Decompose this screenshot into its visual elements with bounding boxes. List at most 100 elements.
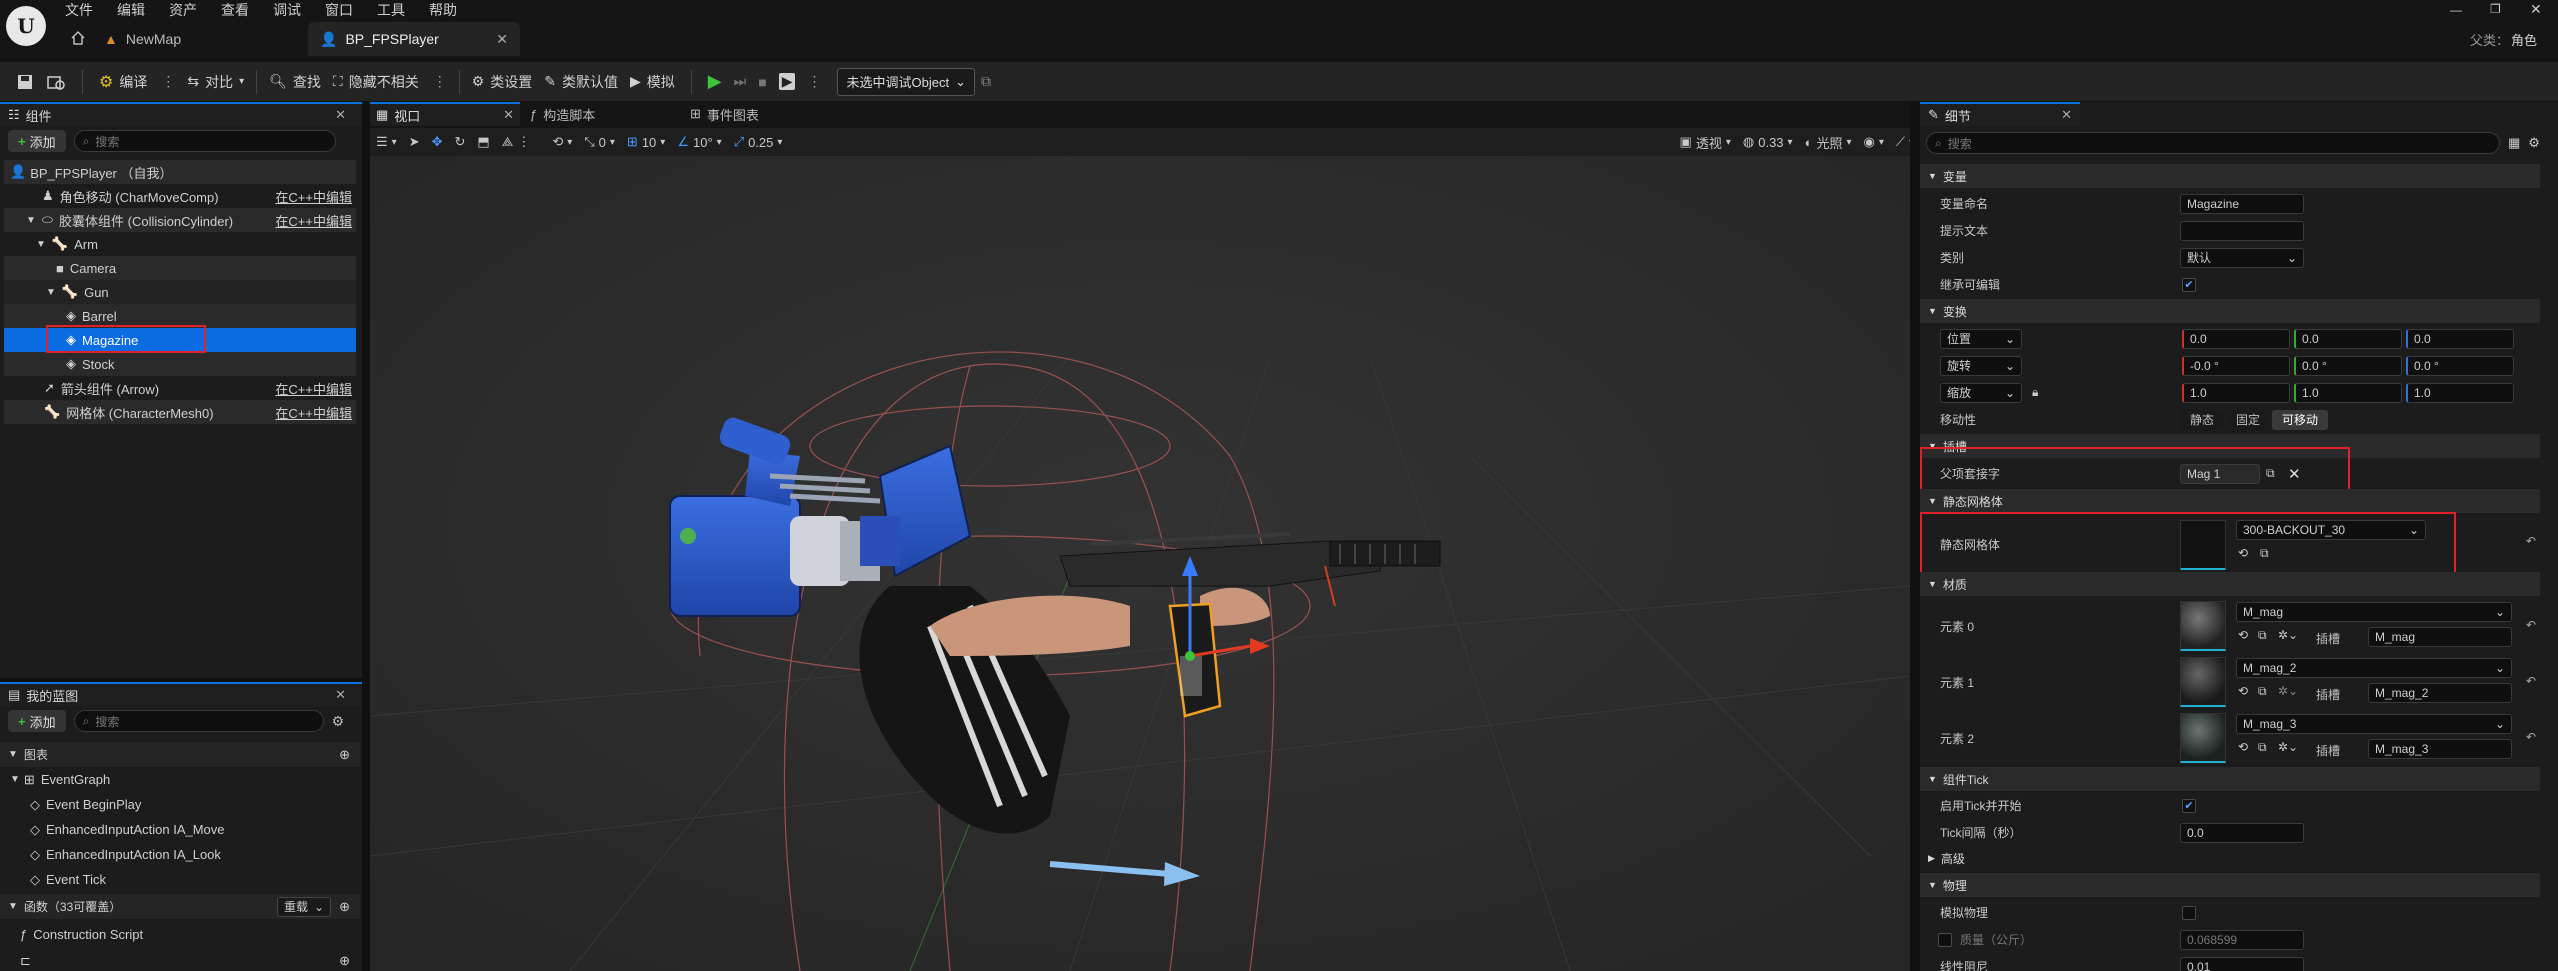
options-icon[interactable]: ✲⌄ <box>2278 628 2298 642</box>
perspective-button[interactable]: ▣ 透视 ▾ <box>1674 128 1737 156</box>
gear-icon[interactable]: ⚙ <box>332 713 345 730</box>
close-icon[interactable]: ✕ <box>335 107 354 123</box>
gear-icon[interactable]: ⚙ <box>2528 135 2540 151</box>
close-icon[interactable]: ✕ <box>2061 107 2072 123</box>
materials-section-header[interactable]: ▼ 材质 <box>1920 572 2540 596</box>
tree-row-root[interactable]: 👤 BP_FPSPlayer （自我） <box>4 160 356 184</box>
simulate-button[interactable]: ▶ 模拟 <box>624 62 681 102</box>
reset-arrow-icon[interactable]: ↶ <box>2526 674 2536 688</box>
static-mesh-section-header[interactable]: ▼ 静态网格体 <box>1920 489 2540 513</box>
edit-in-cpp-link[interactable]: 在C++中编辑 <box>275 379 352 398</box>
tab-bp-fpsplayer[interactable]: 👤 BP_FPSPlayer ✕ <box>308 22 520 56</box>
use-selected-icon[interactable]: ⟲ <box>2238 740 2248 754</box>
add-blueprint-item-button[interactable]: + 添加 <box>8 710 66 732</box>
material-thumbnail[interactable] <box>2180 657 2226 707</box>
use-selected-icon[interactable]: ⟲ <box>2238 684 2248 698</box>
material-dropdown[interactable]: M_mag ⌄ <box>2236 602 2512 622</box>
tree-row-stock[interactable]: ◈ Stock <box>4 352 356 376</box>
minimize-icon[interactable]: — <box>2450 3 2462 17</box>
menu-edit[interactable]: 编辑 <box>108 0 154 20</box>
material-thumbnail[interactable] <box>2180 601 2226 651</box>
add-circle-icon[interactable]: ⊕ <box>339 747 350 763</box>
add-circle-icon[interactable]: ⊕ <box>339 899 350 915</box>
location-x-field[interactable]: 0.0 <box>2182 328 2290 349</box>
location-y-field[interactable]: 0.0 <box>2294 328 2402 349</box>
material-dropdown[interactable]: M_mag_3 ⌄ <box>2236 714 2512 734</box>
tree-row-arrow[interactable]: ➚ 箭头组件 (Arrow) 在C++中编辑 <box>4 376 356 400</box>
transform-section-header[interactable]: ▼ 变换 <box>1920 299 2540 323</box>
slot-name-field[interactable]: M_mag <box>2368 627 2512 647</box>
simulate-physics-checkbox[interactable] <box>2182 905 2196 920</box>
find-button[interactable]: 🔍︎ 查找 <box>263 62 327 102</box>
edit-in-cpp-link[interactable]: 在C++中编辑 <box>275 187 352 206</box>
variable-name-field[interactable]: Magazine <box>2180 193 2304 214</box>
close-icon[interactable]: ✕ <box>496 31 508 48</box>
mobility-movable-button[interactable]: 可移动 <box>2272 409 2329 430</box>
show-button[interactable]: ◉ ▾ <box>1857 128 1889 156</box>
lock-icon[interactable]: 🔒︎ <box>2032 385 2038 400</box>
camera-speed-button[interactable]: ◍ 0.33 ▾ <box>1737 128 1799 156</box>
rotate-mode-button[interactable]: ↻ <box>449 128 472 156</box>
expand-arrow-icon[interactable]: ▼ <box>46 287 56 298</box>
override-dropdown[interactable]: 重载 ⌄ <box>277 896 332 917</box>
class-settings-button[interactable]: ⚙ 类设置 <box>466 62 539 102</box>
diff-button[interactable]: ⇆ 对比 ▾ <box>181 62 250 102</box>
scale-y-field[interactable]: 1.0 <box>2294 382 2402 403</box>
tick-start-checkbox[interactable]: ✔ <box>2182 798 2196 813</box>
reset-arrow-icon[interactable]: ↶ <box>2526 534 2536 548</box>
menu-file[interactable]: 文件 <box>56 0 102 20</box>
variable-section-header[interactable]: ▼ 变量 <box>1920 164 2540 188</box>
mass-override-checkbox[interactable] <box>1938 932 1952 947</box>
grid-snap-button[interactable]: ⊞ 10 ▾ <box>621 128 671 156</box>
use-selected-icon[interactable]: ⟲ <box>2238 628 2248 642</box>
more-play-options[interactable]: ⋮ <box>801 62 827 102</box>
options-icon[interactable]: ✲⌄ <box>2278 684 2298 698</box>
menu-help[interactable]: 帮助 <box>420 0 466 20</box>
scale-z-field[interactable]: 1.0 <box>2406 382 2514 403</box>
rotation-x-field[interactable]: -0.0 ° <box>2182 355 2290 376</box>
tab-newmap[interactable]: ▲ NewMap <box>92 22 298 56</box>
close-icon[interactable]: ✕ <box>503 107 514 123</box>
browse-button[interactable] <box>40 62 72 102</box>
close-icon[interactable]: ✕ <box>335 687 354 703</box>
add-component-button[interactable]: + 添加 <box>8 130 66 152</box>
translate-mode-button[interactable]: ✥ <box>426 128 449 156</box>
class-defaults-button[interactable]: ✎ 类默认值 <box>538 62 624 102</box>
parent-class-value[interactable]: 角色 <box>2511 30 2537 49</box>
home-icon[interactable] <box>70 30 86 46</box>
compile-button[interactable]: ⚙ 编译 ⋮ <box>93 62 181 102</box>
table-view-icon[interactable]: ▦ <box>2508 135 2520 151</box>
select-mode-button[interactable]: ➤ <box>403 128 426 156</box>
play-button[interactable]: ▶ <box>702 62 728 102</box>
browse-asset-icon[interactable]: ⧉ <box>2258 628 2267 643</box>
panel-splitter[interactable] <box>1910 102 1920 971</box>
mobility-stationary-button[interactable]: 固定 <box>2226 409 2271 430</box>
lighting-mode-button[interactable]: ◐ 光照 ▾ <box>1799 128 1858 156</box>
next-section-partial[interactable]: ⊏ ⊕ <box>0 948 360 971</box>
panel-splitter[interactable] <box>362 102 370 971</box>
mass-field[interactable]: 0.068599 <box>2180 929 2304 950</box>
edit-in-cpp-link[interactable]: 在C++中编辑 <box>275 403 352 422</box>
menu-asset[interactable]: 资产 <box>160 0 206 20</box>
viewport-canvas[interactable] <box>370 156 1910 971</box>
material-thumbnail[interactable] <box>2180 713 2226 763</box>
tab-event-graph[interactable]: ⊞ 事件图表 <box>680 102 840 126</box>
tree-row-gun[interactable]: ▼ 🦴 Gun <box>4 280 356 304</box>
rotation-snap-button[interactable]: ∠ 10° ▾ <box>671 128 727 156</box>
reset-arrow-icon[interactable]: ↶ <box>2526 618 2536 632</box>
debug-object-dropdown[interactable]: 未选中调试Object ⌄ <box>837 67 975 96</box>
unreal-logo-icon[interactable]: U <box>6 6 46 46</box>
tree-row-capsule[interactable]: ▼ ⬭ 胶囊体组件 (CollisionCylinder) 在C++中编辑 <box>4 208 356 232</box>
menu-window[interactable]: 窗口 <box>316 0 362 20</box>
tick-interval-field[interactable]: 0.0 <box>2180 822 2304 843</box>
functions-section-header[interactable]: ▼ 函数（33可覆盖） 重载 ⌄ ⊕ <box>0 894 360 919</box>
components-search[interactable]: ⌕ 搜索 <box>73 130 336 152</box>
tree-row-camera[interactable]: ■ Camera <box>4 256 356 280</box>
details-search[interactable]: ⌕ 搜索 <box>1926 132 2500 154</box>
location-z-field[interactable]: 0.0 <box>2406 328 2514 349</box>
tooltip-field[interactable] <box>2180 220 2304 241</box>
linear-damping-field[interactable]: 0.01 <box>2180 956 2304 971</box>
scale-dropdown[interactable]: 缩放 ⌄ <box>1940 382 2022 403</box>
add-circle-icon[interactable]: ⊕ <box>339 953 350 969</box>
more-options-icon[interactable]: ⋮ <box>161 73 175 90</box>
